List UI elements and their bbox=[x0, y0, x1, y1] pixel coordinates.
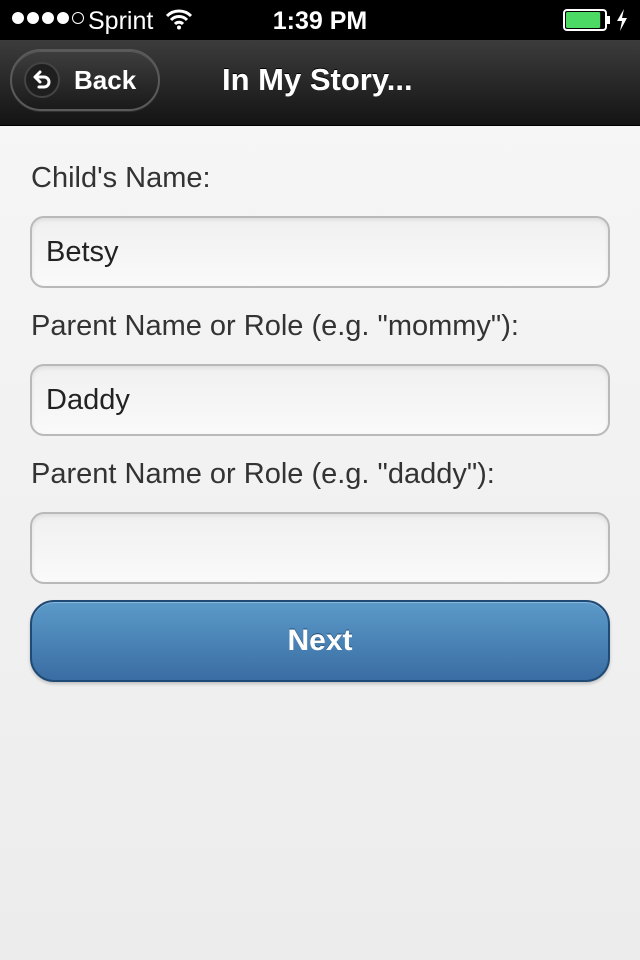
child-name-input[interactable] bbox=[30, 216, 610, 288]
back-arrow-icon bbox=[24, 62, 60, 98]
parent-one-label: Parent Name or Role (e.g. "mommy"): bbox=[31, 310, 519, 342]
parent-two-input[interactable] bbox=[30, 512, 610, 584]
back-button-label: Back bbox=[74, 64, 137, 95]
battery-icon bbox=[563, 9, 611, 38]
status-bar: Sprint 1:39 PM bbox=[0, 0, 640, 40]
next-button[interactable]: Next bbox=[30, 600, 610, 682]
navigation-bar: Back In My Story... bbox=[0, 40, 640, 126]
parent-two-label: Parent Name or Role (e.g. "daddy"): bbox=[31, 458, 495, 490]
child-name-label: Child's Name: bbox=[31, 162, 211, 194]
status-time: 1:39 PM bbox=[272, 7, 368, 35]
charge-icon bbox=[616, 9, 628, 38]
page-title: In My Story... bbox=[222, 62, 413, 97]
back-button[interactable]: Back bbox=[10, 49, 160, 111]
parent-one-input[interactable] bbox=[30, 364, 610, 436]
